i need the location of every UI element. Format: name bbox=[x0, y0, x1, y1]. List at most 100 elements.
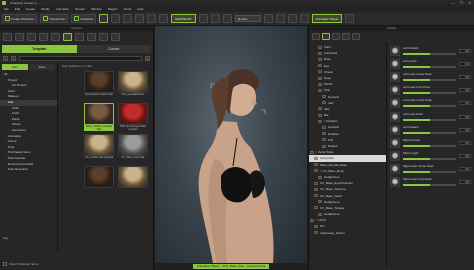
visibility-eye-icon[interactable] bbox=[318, 64, 322, 68]
grid-icon[interactable] bbox=[210, 14, 220, 23]
expand-chevron-icon[interactable]: › bbox=[6, 162, 7, 166]
visibility-eye-icon[interactable] bbox=[314, 156, 318, 160]
morph-value-field[interactable]: 0.0 bbox=[459, 127, 471, 132]
content-search-input[interactable] bbox=[19, 55, 142, 61]
expand-chevron-icon[interactable]: › bbox=[6, 134, 7, 138]
close-icon[interactable]: ✕ bbox=[468, 1, 471, 5]
expand-chevron-icon[interactable]: › bbox=[6, 94, 7, 98]
maximize-icon[interactable]: ❐ bbox=[460, 1, 463, 5]
move-tool-icon[interactable] bbox=[111, 14, 121, 23]
modify-motion-icon[interactable] bbox=[352, 33, 360, 40]
morph-slider[interactable] bbox=[403, 52, 456, 55]
visibility-eye-icon[interactable] bbox=[318, 113, 322, 117]
modify-attribute-icon[interactable] bbox=[312, 33, 320, 40]
hair-thumbnail[interactable]: Five parted medium hair bbox=[84, 71, 114, 100]
menu-item-render[interactable]: Render bbox=[75, 7, 85, 11]
visibility-eye-icon[interactable] bbox=[322, 144, 326, 148]
visibility-eye-icon[interactable] bbox=[318, 175, 322, 179]
visibility-eye-icon[interactable] bbox=[318, 57, 322, 61]
select-tool-icon[interactable] bbox=[99, 14, 109, 23]
modify-morph-icon[interactable] bbox=[322, 33, 330, 40]
actor-category-icon[interactable] bbox=[3, 33, 12, 41]
expand-chevron-icon[interactable]: › bbox=[6, 139, 7, 143]
visibility-eye-icon[interactable] bbox=[322, 126, 326, 130]
visibility-eye-icon[interactable] bbox=[318, 107, 322, 111]
view-options-icon[interactable]: ≡ bbox=[145, 55, 150, 61]
menu-item-window[interactable]: Window bbox=[91, 7, 102, 11]
scale-tool-icon[interactable] bbox=[135, 14, 145, 23]
show-subfolder-option[interactable]: Show Subfolder Items bbox=[3, 262, 38, 266]
motion-category-icon[interactable] bbox=[99, 33, 108, 41]
animation-player-button[interactable]: Animation Player bbox=[311, 14, 343, 23]
visibility-eye-icon[interactable] bbox=[322, 132, 326, 136]
morph-value-field[interactable]: 0.0 bbox=[459, 180, 471, 185]
expand-chevron-icon[interactable]: › bbox=[6, 156, 7, 160]
expand-chevron-icon[interactable]: ▾ bbox=[316, 217, 318, 223]
morph-value-field[interactable]: 0.0 bbox=[459, 154, 471, 159]
expand-chevron-icon[interactable]: ▾ bbox=[316, 149, 318, 155]
morph-slider[interactable] bbox=[403, 171, 456, 174]
modify-material-icon[interactable] bbox=[332, 33, 340, 40]
visibility-eye-icon[interactable] bbox=[318, 45, 322, 49]
hair-thumbnail[interactable] bbox=[118, 165, 148, 195]
visibility-eye-icon[interactable] bbox=[314, 231, 318, 235]
menu-item-edit[interactable]: Edit bbox=[15, 7, 20, 11]
headshot-button[interactable]: Headshot bbox=[71, 14, 97, 23]
morph-tree-item[interactable]: underwear_bottom bbox=[309, 230, 386, 236]
back-arrow-icon[interactable]: ‹ bbox=[3, 55, 8, 61]
hair-thumbnail[interactable] bbox=[84, 165, 114, 195]
visibility-eye-icon[interactable] bbox=[314, 163, 318, 167]
morph-value-field[interactable]: 0.0 bbox=[459, 88, 471, 93]
expand-chevron-icon[interactable]: › bbox=[6, 89, 7, 93]
character-model[interactable] bbox=[155, 26, 307, 263]
expand-chevron-icon[interactable]: ▾ bbox=[320, 168, 322, 174]
expand-chevron-icon[interactable]: › bbox=[6, 145, 7, 149]
reset-icon[interactable] bbox=[263, 14, 273, 23]
visibility-eye-icon[interactable] bbox=[318, 51, 322, 55]
hair-thumbnail[interactable]: CC_Curled split ponytail bbox=[84, 134, 114, 163]
visibility-eye-icon[interactable] bbox=[322, 101, 326, 105]
morph-slider[interactable] bbox=[403, 144, 456, 147]
morph-value-field[interactable]: 0.0 bbox=[459, 167, 471, 172]
mode-dropdown[interactable]: Models bbox=[234, 15, 261, 22]
scene-category-icon[interactable] bbox=[111, 33, 120, 41]
visibility-eye-icon[interactable] bbox=[318, 82, 322, 86]
tree-tab-pose[interactable]: Pose bbox=[29, 64, 55, 70]
eye-view-icon[interactable] bbox=[222, 14, 232, 23]
3d-viewport[interactable]: Animation Player - CC3_Base_Plus - Curre… bbox=[155, 26, 307, 270]
tree-item-free-resource[interactable]: ›Free Resource bbox=[0, 167, 57, 173]
visibility-eye-icon[interactable] bbox=[318, 212, 322, 216]
headshot-badge[interactable]: HEADSHOT bbox=[171, 14, 196, 23]
hair-thumbnail[interactable]: CC_Wavy short hair bbox=[118, 134, 148, 163]
morph-slider[interactable] bbox=[403, 131, 456, 134]
visibility-eye-icon[interactable] bbox=[322, 95, 326, 99]
expand-chevron-icon[interactable]: › bbox=[6, 100, 7, 104]
morph-category-icon[interactable] bbox=[15, 33, 24, 41]
visibility-eye-icon[interactable] bbox=[318, 200, 322, 204]
light-icon[interactable] bbox=[159, 14, 169, 23]
minimize-icon[interactable]: — bbox=[451, 1, 455, 5]
wireframe-icon[interactable] bbox=[287, 14, 297, 23]
visibility-eye-icon[interactable] bbox=[318, 70, 322, 74]
expand-chevron-icon[interactable]: ▾ bbox=[324, 118, 326, 124]
menu-item-script[interactable]: Script bbox=[124, 7, 132, 11]
expand-chevron-icon[interactable]: › bbox=[6, 150, 7, 154]
morph-slider[interactable] bbox=[403, 184, 456, 187]
morph-slider[interactable] bbox=[403, 118, 456, 121]
tab-custom[interactable]: Custom bbox=[76, 45, 151, 53]
morph-value-field[interactable]: 0.0 bbox=[459, 114, 471, 119]
cloth-category-icon[interactable] bbox=[51, 33, 60, 41]
visibility-eye-icon[interactable] bbox=[314, 206, 318, 210]
forward-arrow-icon[interactable]: › bbox=[11, 55, 16, 61]
morph-value-field[interactable]: 0.0 bbox=[459, 74, 471, 79]
pose-category-icon[interactable] bbox=[87, 33, 96, 41]
expand-chevron-icon[interactable]: › bbox=[6, 78, 7, 82]
morph-value-field[interactable]: 0.0 bbox=[459, 140, 471, 145]
morph-slider[interactable] bbox=[403, 158, 456, 161]
shading-icon[interactable] bbox=[299, 14, 309, 23]
menu-item-animation[interactable]: Animation bbox=[56, 7, 69, 11]
expand-chevron-icon[interactable]: › bbox=[10, 111, 11, 115]
expand-chevron-icon[interactable]: › bbox=[2, 72, 3, 76]
visibility-eye-icon[interactable] bbox=[310, 218, 314, 222]
frame-icon[interactable] bbox=[275, 14, 285, 23]
